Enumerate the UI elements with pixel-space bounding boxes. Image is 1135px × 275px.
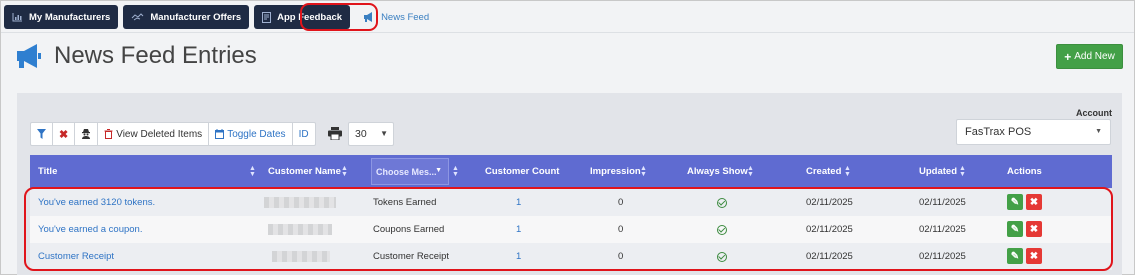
col-title[interactable]: Title	[38, 155, 57, 188]
sort-icon[interactable]: ▲ ▼	[249, 165, 256, 178]
col-customer-name-label: Customer Name	[268, 166, 341, 177]
account-label: Account	[1076, 108, 1112, 118]
handshake-icon	[131, 13, 144, 21]
filter-button[interactable]	[31, 123, 53, 145]
trash-icon	[104, 129, 113, 139]
message-type-filter[interactable]: Choose Mes... ▼	[371, 158, 449, 185]
add-new-label: Add New	[1074, 51, 1115, 62]
col-actions: Actions	[1007, 155, 1042, 188]
col-always-show-label: Always Show	[687, 166, 748, 177]
printer-icon	[328, 127, 342, 141]
caret-down-icon: ▼	[1095, 128, 1102, 135]
divider	[1, 32, 1134, 33]
col-updated-label: Updated	[919, 166, 957, 177]
document-icon	[262, 11, 272, 23]
col-customer-count[interactable]: Customer Count	[485, 155, 559, 188]
sort-icon[interactable]: ▲ ▼	[452, 165, 459, 178]
chart-icon	[12, 13, 22, 22]
tab-label: My Manufacturers	[29, 11, 111, 23]
col-always-show[interactable]: Always Show	[687, 155, 748, 188]
page-title: News Feed Entries	[54, 42, 257, 69]
megaphone-icon	[17, 44, 41, 68]
sort-icon[interactable]: ▲ ▼	[640, 165, 647, 178]
col-created-label: Created	[806, 166, 842, 177]
plus-icon: +	[1064, 49, 1072, 64]
view-deleted-label: View Deleted Items	[116, 128, 203, 140]
sort-icon[interactable]: ▲ ▼	[341, 165, 348, 178]
page-header: News Feed Entries	[15, 42, 257, 70]
toggle-dates-button[interactable]: Toggle Dates	[209, 123, 293, 145]
col-impression[interactable]: Impression	[590, 155, 641, 188]
sort-icon[interactable]: ▲ ▼	[747, 165, 754, 178]
col-created[interactable]: Created	[806, 155, 841, 188]
message-type-filter-label: Choose Mes...	[376, 166, 437, 177]
chevron-down-icon: ▼	[380, 129, 388, 138]
caret-down-icon: ▼	[435, 167, 442, 174]
table-header: Title ▲ ▼ Customer Name ▲ ▼ ▲ ▼ Customer Co…	[30, 155, 1112, 188]
close-icon: ✖	[59, 128, 69, 141]
filter-icon	[37, 129, 46, 139]
page-size-value: 30	[355, 128, 367, 140]
account-select[interactable]: FasTrax POS ▼	[956, 119, 1111, 145]
id-toggle-button[interactable]: ID	[293, 123, 315, 145]
page-size-select[interactable]: 30 ▼	[348, 122, 394, 146]
tab-manufacturer-offers[interactable]: Manufacturer Offers	[123, 5, 250, 29]
tab-label: Manufacturer Offers	[150, 11, 242, 23]
anonymous-filter-button[interactable]	[75, 123, 99, 145]
sort-icon[interactable]: ▲ ▼	[844, 165, 851, 178]
tab-my-manufacturers[interactable]: My Manufacturers	[4, 5, 119, 29]
table-toolbar: ✖ View Deleted Items Toggle Dates ID	[30, 122, 316, 146]
col-customer-name[interactable]: Customer Name	[268, 155, 341, 188]
col-updated[interactable]: Updated	[919, 155, 957, 188]
view-deleted-button[interactable]: View Deleted Items	[98, 123, 210, 145]
clear-filter-button[interactable]: ✖	[53, 123, 76, 145]
rows-highlight	[24, 187, 1113, 271]
id-label: ID	[298, 128, 309, 140]
add-new-button[interactable]: + Add New	[1056, 44, 1123, 69]
col-actions-label: Actions	[1007, 166, 1042, 177]
print-button[interactable]	[328, 127, 342, 143]
news-feed-tab-highlight	[300, 3, 378, 31]
sort-icon[interactable]: ▲ ▼	[959, 165, 966, 178]
tab-label: News Feed	[381, 11, 430, 23]
col-customer-count-label: Customer Count	[485, 166, 560, 177]
toggle-dates-label: Toggle Dates	[227, 128, 286, 140]
col-title-label: Title	[38, 166, 58, 177]
user-secret-icon	[82, 129, 91, 139]
col-impression-label: Impression	[590, 166, 641, 177]
account-value: FasTrax POS	[965, 126, 1032, 138]
calendar-icon	[215, 129, 225, 139]
